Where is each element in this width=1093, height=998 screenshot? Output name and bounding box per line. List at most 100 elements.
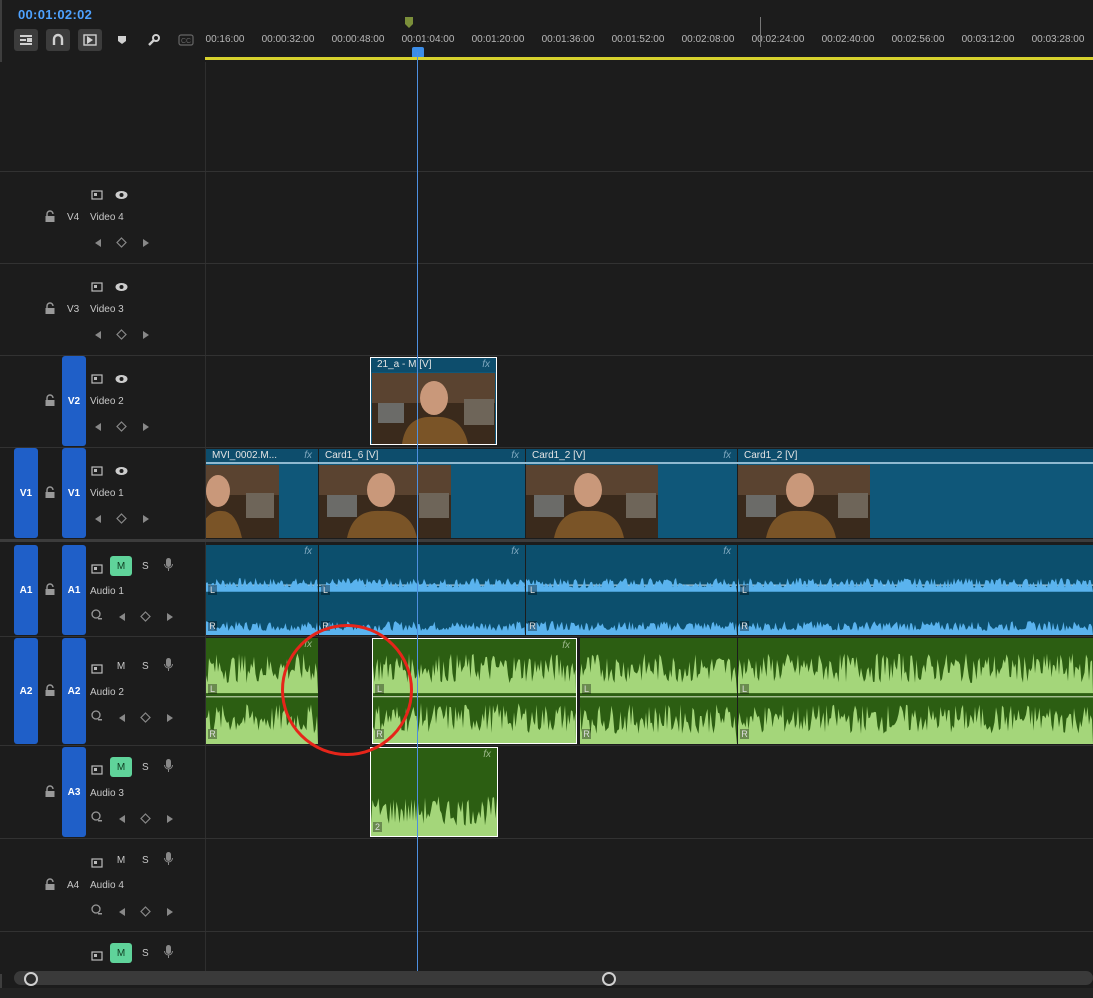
- toggle-sync-lock-icon[interactable]: [91, 855, 103, 873]
- add-keyframe-icon[interactable]: [140, 811, 151, 829]
- eye-icon[interactable]: [115, 187, 128, 205]
- track-target-a1[interactable]: A1: [62, 545, 86, 635]
- lock-icon[interactable]: [44, 394, 56, 412]
- ruler-marker-icon[interactable]: [405, 16, 413, 34]
- track-target-a3[interactable]: A3: [62, 747, 86, 837]
- toggle-sync-lock-icon[interactable]: [91, 371, 103, 389]
- microphone-icon[interactable]: [164, 759, 173, 778]
- toggle-sync-lock-icon[interactable]: [91, 561, 103, 579]
- audio-clip[interactable]: L R fx: [319, 545, 525, 635]
- next-keyframe-icon[interactable]: [166, 904, 174, 922]
- audio-clip[interactable]: L R fx: [526, 545, 737, 635]
- linked-selection-icon[interactable]: [78, 29, 102, 51]
- add-marker-icon[interactable]: [110, 29, 134, 51]
- prev-keyframe-icon[interactable]: [118, 710, 126, 728]
- video-clip[interactable]: 21_a - M [V] fx: [370, 357, 497, 445]
- playhead-timecode[interactable]: 00:01:02:02: [18, 7, 92, 22]
- lock-icon[interactable]: [44, 878, 56, 896]
- lock-icon[interactable]: [44, 486, 56, 504]
- next-keyframe-icon[interactable]: [142, 327, 150, 345]
- microphone-icon[interactable]: [164, 658, 173, 677]
- time-ruler[interactable]: [205, 0, 1093, 62]
- prev-keyframe-icon[interactable]: [118, 904, 126, 922]
- microphone-icon[interactable]: [164, 852, 173, 871]
- scrollbar-left-handle[interactable]: [24, 972, 38, 986]
- solo-track-button[interactable]: S: [142, 661, 149, 672]
- add-keyframe-icon[interactable]: [140, 710, 151, 728]
- eye-icon[interactable]: [115, 463, 128, 481]
- track-name[interactable]: Video 4: [90, 212, 124, 223]
- prev-keyframe-icon[interactable]: [118, 811, 126, 829]
- mute-track-button[interactable]: M: [110, 850, 132, 870]
- track-name[interactable]: Audio 1: [90, 586, 124, 597]
- mute-track-button[interactable]: M: [110, 656, 132, 676]
- lock-icon[interactable]: [44, 684, 56, 702]
- track-name[interactable]: Audio 3: [90, 788, 124, 799]
- add-keyframe-icon[interactable]: [116, 235, 127, 253]
- add-keyframe-icon[interactable]: [116, 511, 127, 529]
- add-keyframe-icon[interactable]: [140, 609, 151, 627]
- next-keyframe-icon[interactable]: [166, 710, 174, 728]
- prev-keyframe-icon[interactable]: [118, 609, 126, 627]
- microphone-icon[interactable]: [164, 945, 173, 964]
- add-keyframe-icon[interactable]: [116, 419, 127, 437]
- add-keyframe-icon[interactable]: [116, 327, 127, 345]
- prev-keyframe-icon[interactable]: [94, 511, 102, 529]
- track-target-v2[interactable]: V2: [62, 356, 86, 446]
- prev-keyframe-icon[interactable]: [94, 419, 102, 437]
- lock-icon[interactable]: [44, 302, 56, 320]
- scrollbar-right-handle[interactable]: [602, 972, 616, 986]
- next-keyframe-icon[interactable]: [166, 811, 174, 829]
- solo-track-button[interactable]: S: [142, 855, 149, 866]
- captions-icon[interactable]: CC: [174, 29, 198, 51]
- volume-knob-icon[interactable]: [91, 608, 103, 626]
- next-keyframe-icon[interactable]: [142, 511, 150, 529]
- toggle-sync-lock-icon[interactable]: [91, 187, 103, 205]
- toggle-sync-lock-icon[interactable]: [91, 661, 103, 679]
- track-name[interactable]: Video 3: [90, 304, 124, 315]
- track-target-a2[interactable]: A2: [62, 638, 86, 744]
- volume-knob-icon[interactable]: [91, 709, 103, 727]
- solo-track-button[interactable]: S: [142, 762, 149, 773]
- add-keyframe-icon[interactable]: [140, 904, 151, 922]
- lock-icon[interactable]: [44, 583, 56, 601]
- microphone-icon[interactable]: [164, 558, 173, 577]
- next-keyframe-icon[interactable]: [142, 419, 150, 437]
- opacity-rubber-band[interactable]: [206, 462, 1093, 464]
- track-name[interactable]: Video 2: [90, 396, 124, 407]
- toggle-sync-lock-icon[interactable]: [91, 463, 103, 481]
- track-name[interactable]: Video 1: [90, 488, 124, 499]
- track-name[interactable]: Audio 4: [90, 880, 124, 891]
- eye-icon[interactable]: [115, 279, 128, 297]
- prev-keyframe-icon[interactable]: [94, 235, 102, 253]
- audio-clip-selected[interactable]: 2 fx: [370, 747, 498, 837]
- mute-track-button[interactable]: M: [110, 757, 132, 777]
- lock-icon[interactable]: [44, 785, 56, 803]
- playhead-handle[interactable]: [412, 46, 424, 64]
- solo-track-button[interactable]: S: [142, 561, 149, 572]
- audio-clip[interactable]: L R fx: [738, 545, 1093, 635]
- toggle-sync-lock-icon[interactable]: [91, 279, 103, 297]
- toggle-sync-lock-icon[interactable]: [91, 948, 103, 966]
- volume-knob-icon[interactable]: [91, 810, 103, 828]
- next-keyframe-icon[interactable]: [166, 609, 174, 627]
- wrench-icon[interactable]: [142, 29, 166, 51]
- next-keyframe-icon[interactable]: [142, 235, 150, 253]
- mute-track-button[interactable]: M: [110, 943, 132, 963]
- volume-knob-icon[interactable]: [91, 903, 103, 921]
- mute-track-button[interactable]: M: [110, 556, 132, 576]
- horizontal-zoom-scrollbar[interactable]: [14, 971, 1093, 985]
- audio-clip[interactable]: L R: [738, 638, 1093, 744]
- prev-keyframe-icon[interactable]: [94, 327, 102, 345]
- snap-magnet-icon[interactable]: [46, 29, 70, 51]
- work-area-bar[interactable]: [205, 57, 1093, 60]
- insert-nest-icon[interactable]: [14, 29, 38, 51]
- audio-clip[interactable]: L R: [580, 638, 737, 744]
- lock-icon[interactable]: [44, 210, 56, 228]
- source-patch-a2[interactable]: A2: [14, 638, 38, 744]
- source-patch-a1[interactable]: A1: [14, 545, 38, 635]
- source-patch-v1[interactable]: V1: [14, 448, 38, 538]
- playhead-line[interactable]: [417, 52, 418, 972]
- toggle-sync-lock-icon[interactable]: [91, 762, 103, 780]
- solo-track-button[interactable]: S: [142, 948, 149, 959]
